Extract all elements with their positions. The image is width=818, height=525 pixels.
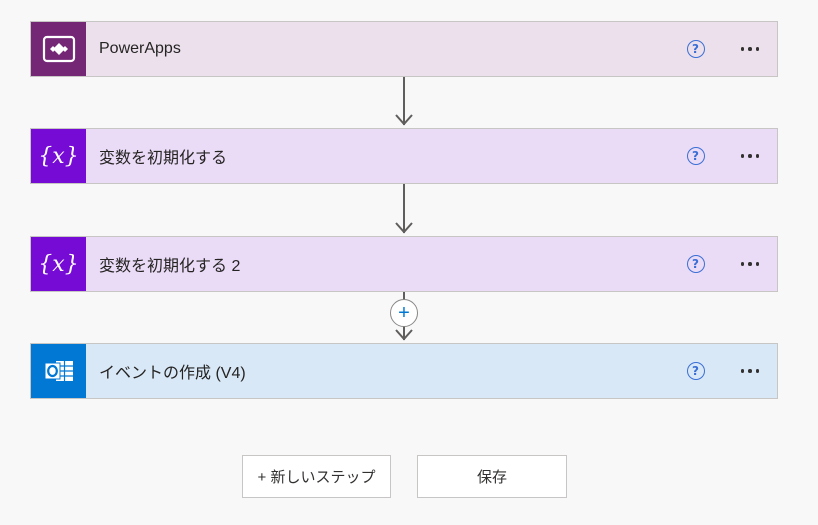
help-icon[interactable]: ? xyxy=(686,362,705,380)
step-title: 変数を初期化する xyxy=(99,150,228,167)
step-initialize-variable-2[interactable]: {x} 変数を初期化する 2 ? xyxy=(30,236,778,292)
help-icon[interactable]: ? xyxy=(686,255,705,273)
variable-icon: {x} xyxy=(31,237,86,291)
help-icon[interactable]: ? xyxy=(686,40,705,58)
save-button[interactable]: 保存 xyxy=(417,455,567,498)
help-icon[interactable]: ? xyxy=(686,147,705,165)
arrow-down-icon xyxy=(395,329,413,341)
step-initialize-variable[interactable]: {x} 変数を初期化する ? xyxy=(30,128,778,184)
step-title: 変数を初期化する 2 xyxy=(99,258,241,275)
insert-step-button[interactable]: + xyxy=(390,299,418,327)
more-options-icon[interactable] xyxy=(735,256,766,272)
more-options-icon[interactable] xyxy=(735,41,766,57)
new-step-button[interactable]: + 新しいステップ xyxy=(242,455,391,498)
arrow-down-icon xyxy=(395,114,413,126)
outlook-icon xyxy=(31,344,86,398)
more-options-icon[interactable] xyxy=(735,148,766,164)
arrow-down-icon xyxy=(395,222,413,234)
more-options-icon[interactable] xyxy=(735,363,766,379)
powerapps-icon xyxy=(31,22,86,76)
step-powerapps[interactable]: PowerApps ? xyxy=(30,21,778,77)
step-title: イベントの作成 (V4) xyxy=(99,365,246,382)
variable-icon: {x} xyxy=(31,129,86,183)
step-title: PowerApps xyxy=(99,40,181,57)
step-create-event[interactable]: イベントの作成 (V4) ? xyxy=(30,343,778,399)
